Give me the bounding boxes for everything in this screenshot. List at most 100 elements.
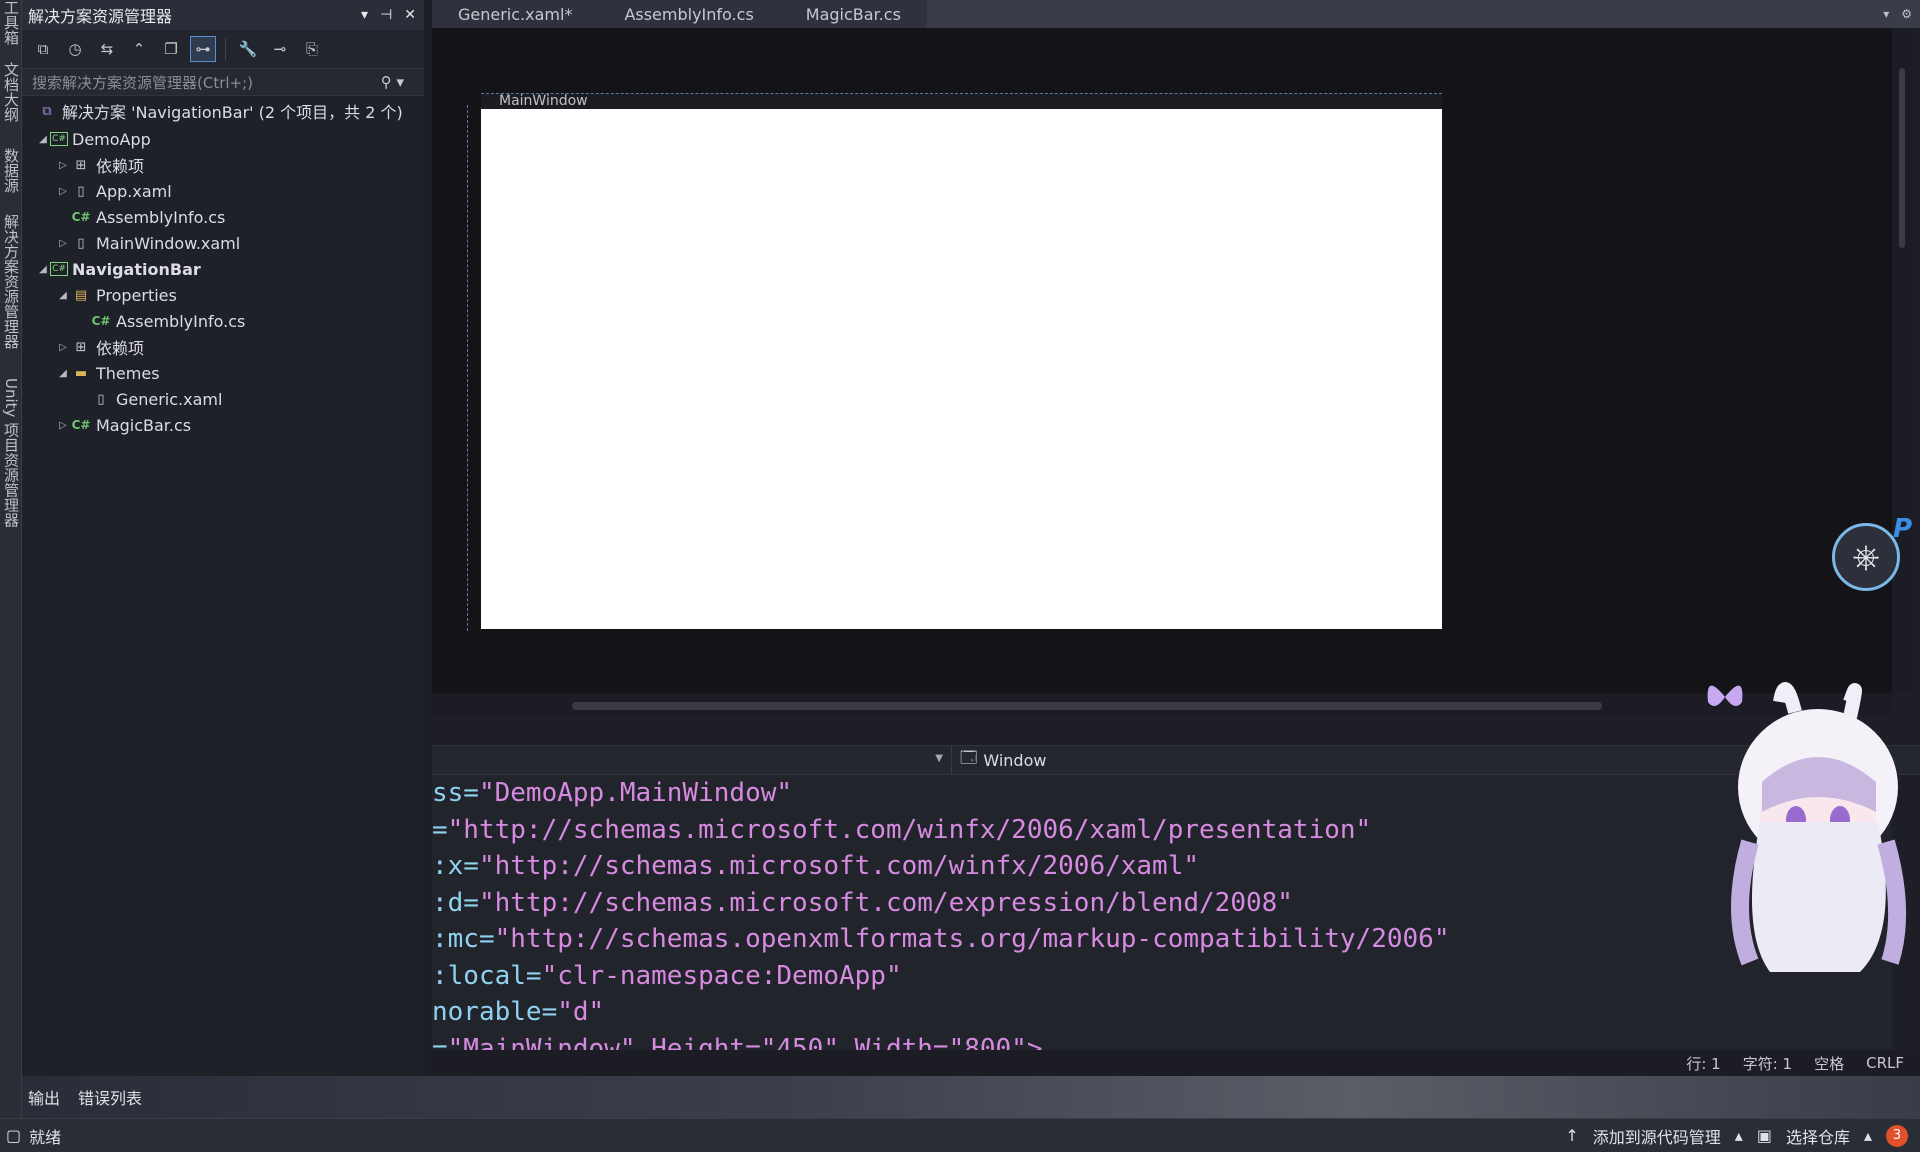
xaml-file-icon: ▯ bbox=[77, 235, 85, 251]
tree-item-label: 解决方案 'NavigationBar' (2 个项目，共 2 个) bbox=[62, 103, 403, 122]
select-repo-button[interactable]: 选择仓库 bbox=[1786, 1124, 1850, 1148]
explorer-toolbar: ⧉ ◷ ⇆ ⌃ ❐ ⊶ 🔧 ⊸ ⎘ bbox=[22, 30, 424, 68]
history-icon[interactable]: ◷ bbox=[62, 36, 88, 62]
search-icon[interactable]: ⚲ ▾ bbox=[381, 73, 404, 91]
tree-item[interactable]: ▷ C# MagicBar.cs bbox=[22, 412, 424, 438]
expand-arrow-icon[interactable]: ◢ bbox=[56, 368, 70, 379]
tree-item-label: AssemblyInfo.cs bbox=[96, 207, 226, 227]
window-content-area[interactable] bbox=[481, 109, 1442, 629]
code-attribute: ss= bbox=[432, 778, 479, 808]
switch-view-icon[interactable]: ⧉ bbox=[30, 36, 56, 62]
code-line[interactable]: ="http://schemas.microsoft.com/winfx/200… bbox=[432, 812, 1892, 849]
active-doc-icon[interactable]: ⊶ bbox=[190, 36, 216, 62]
close-icon[interactable]: ✕ bbox=[404, 7, 416, 23]
chevron-up-icon[interactable]: ▴ bbox=[1735, 1126, 1743, 1145]
type-dropdown[interactable]: ▼ bbox=[432, 746, 952, 774]
code-line[interactable]: ss="DemoApp.MainWindow" bbox=[432, 775, 1892, 812]
xaml-code-editor[interactable]: ss="DemoApp.MainWindow" ="http://schemas.… bbox=[432, 775, 1892, 1055]
tab-magicbar-cs[interactable]: MagicBar.cs bbox=[780, 0, 927, 28]
sync-icon[interactable]: ⇆ bbox=[94, 36, 120, 62]
vtab-data-sources[interactable]: 数据源 bbox=[1, 148, 21, 200]
code-line[interactable]: :x="http://schemas.microsoft.com/winfx/2… bbox=[432, 848, 1892, 885]
tree-item-label: AssemblyInfo.cs bbox=[116, 311, 246, 331]
tree-item-label: NavigationBar bbox=[72, 259, 201, 279]
tree-item-label: Properties bbox=[96, 285, 177, 305]
left-tool-strip: 工具箱 文档大纲 数据源 解决方案资源管理器 Unity 项目资源管理器 bbox=[0, 0, 22, 1118]
tree-item[interactable]: ◢ C# NavigationBar bbox=[22, 256, 424, 282]
tree-item[interactable]: ◢ C# DemoApp bbox=[22, 126, 424, 152]
solution-tree: ⧉ 解决方案 'NavigationBar' (2 个项目，共 2 个) ◢ C# De… bbox=[22, 96, 424, 438]
vtab-document-outline[interactable]: 文档大纲 bbox=[1, 62, 21, 132]
expand-arrow-icon[interactable]: ◢ bbox=[36, 134, 50, 145]
butterfly-decoration-icon bbox=[1707, 685, 1743, 706]
code-line[interactable]: :mc="http://schemas.openxmlformats.org/m… bbox=[432, 921, 1892, 958]
chevron-down-icon[interactable]: ▼ bbox=[935, 753, 943, 764]
pin-icon[interactable]: ⊣ bbox=[380, 7, 392, 23]
bottom-panel-tabs: 输出 错误列表 bbox=[22, 1076, 1920, 1118]
collapse-arrow-icon[interactable]: ▷ bbox=[56, 160, 70, 171]
toolbar-divider bbox=[225, 38, 226, 60]
collapse-all-icon[interactable]: ⌃ bbox=[126, 36, 152, 62]
scrollbar-thumb[interactable] bbox=[1899, 68, 1905, 248]
new-view-icon[interactable]: ⎘ bbox=[299, 36, 325, 62]
designer-vertical-scrollbar[interactable] bbox=[1892, 28, 1912, 693]
search-input[interactable]: 搜索解决方案资源管理器(Ctrl+;) bbox=[32, 72, 253, 93]
tab-error-list[interactable]: 错误列表 bbox=[78, 1085, 142, 1109]
collapse-arrow-icon[interactable]: ▷ bbox=[56, 238, 70, 249]
cursor-char[interactable]: 字符: 1 bbox=[1743, 1053, 1792, 1074]
csharp-file-icon: C# bbox=[91, 314, 111, 328]
tree-item[interactable]: C# AssemblyInfo.cs bbox=[22, 308, 424, 334]
collapse-arrow-icon[interactable]: ▷ bbox=[56, 420, 70, 431]
csharp-file-icon: C# bbox=[71, 210, 91, 224]
tab-generic-xaml[interactable]: Generic.xaml* bbox=[432, 0, 598, 28]
show-all-files-icon[interactable]: ❐ bbox=[158, 36, 184, 62]
preview-icon[interactable]: ⊸ bbox=[267, 36, 293, 62]
assistant-float-icon[interactable]: ⎈ bbox=[1832, 523, 1900, 591]
tab-assemblyinfo-cs[interactable]: AssemblyInfo.cs bbox=[598, 0, 779, 28]
chevron-down-icon[interactable]: ▾ bbox=[361, 7, 368, 23]
code-line[interactable]: :local="clr-namespace:DemoApp" bbox=[432, 958, 1892, 995]
tab-output[interactable]: 输出 bbox=[28, 1085, 60, 1109]
tree-item-label: MagicBar.cs bbox=[96, 415, 192, 435]
expand-arrow-icon[interactable]: ◢ bbox=[56, 290, 70, 301]
tree-item-label: Generic.xaml bbox=[116, 389, 223, 409]
tree-item[interactable]: ▷ ⊞ 依赖项 bbox=[22, 334, 424, 360]
vtab-solution-explorer[interactable]: 解决方案资源管理器 bbox=[1, 214, 21, 364]
line-ending[interactable]: CRLF bbox=[1866, 1054, 1904, 1072]
window-preview[interactable]: MainWindow bbox=[467, 93, 1442, 633]
tree-item[interactable]: ▷ ▯ App.xaml bbox=[22, 178, 424, 204]
scrollbar-thumb[interactable] bbox=[572, 702, 1602, 710]
collapse-arrow-icon[interactable]: ▷ bbox=[56, 342, 70, 353]
tree-item[interactable]: C# AssemblyInfo.cs bbox=[22, 204, 424, 230]
vtab-unity-explorer[interactable]: Unity 项目资源管理器 bbox=[1, 378, 21, 540]
xaml-navigation-bar: ▼ 🗔 Window bbox=[432, 745, 1920, 775]
chevron-up-icon[interactable]: ▴ bbox=[1864, 1126, 1872, 1145]
collapse-arrow-icon[interactable]: ▷ bbox=[56, 186, 70, 197]
tree-item[interactable]: ▷ ⊞ 依赖项 bbox=[22, 152, 424, 178]
code-attribute: = bbox=[432, 814, 448, 845]
tree-item[interactable]: ▷ ▯ MainWindow.xaml bbox=[22, 230, 424, 256]
expand-arrow-icon[interactable]: ◢ bbox=[36, 264, 50, 275]
add-to-source-control-button[interactable]: 添加到源代码管理 bbox=[1593, 1124, 1721, 1148]
explorer-search-box[interactable]: 搜索解决方案资源管理器(Ctrl+;) ⚲ ▾ bbox=[22, 68, 424, 96]
notification-badge[interactable]: 3 bbox=[1886, 1124, 1908, 1147]
vtab-toolbox[interactable]: 工具箱 bbox=[1, 0, 21, 46]
element-dropdown[interactable]: 🗔 Window bbox=[952, 747, 1046, 774]
tree-item[interactable]: ◢ ▤ Properties bbox=[22, 282, 424, 308]
code-line[interactable]: :d="http://schemas.microsoft.com/express… bbox=[432, 885, 1892, 922]
code-attribute: :d= bbox=[432, 887, 479, 918]
code-value: "http://schemas.openxmlformats.org/marku… bbox=[494, 924, 1450, 954]
xaml-designer-canvas[interactable]: MainWindow bbox=[432, 28, 1892, 693]
tree-item[interactable]: ▯ Generic.xaml bbox=[22, 386, 424, 412]
settings-icon[interactable]: ⚙ bbox=[1901, 7, 1912, 21]
designer-horizontal-scrollbar[interactable] bbox=[432, 693, 1892, 717]
folder-icon: ▬ bbox=[74, 365, 88, 381]
cursor-line[interactable]: 行: 1 bbox=[1686, 1053, 1720, 1074]
tab-list-icon[interactable]: ▾ bbox=[1883, 7, 1889, 21]
code-line[interactable]: norable="d" bbox=[432, 994, 1892, 1031]
p-badge-icon[interactable]: P bbox=[1893, 514, 1912, 544]
tree-item[interactable]: ◢ ▬ Themes bbox=[22, 360, 424, 386]
properties-icon[interactable]: 🔧 bbox=[235, 36, 261, 62]
tree-item[interactable]: ⧉ 解决方案 'NavigationBar' (2 个项目，共 2 个) bbox=[22, 96, 424, 126]
indent-mode[interactable]: 空格 bbox=[1814, 1053, 1844, 1074]
